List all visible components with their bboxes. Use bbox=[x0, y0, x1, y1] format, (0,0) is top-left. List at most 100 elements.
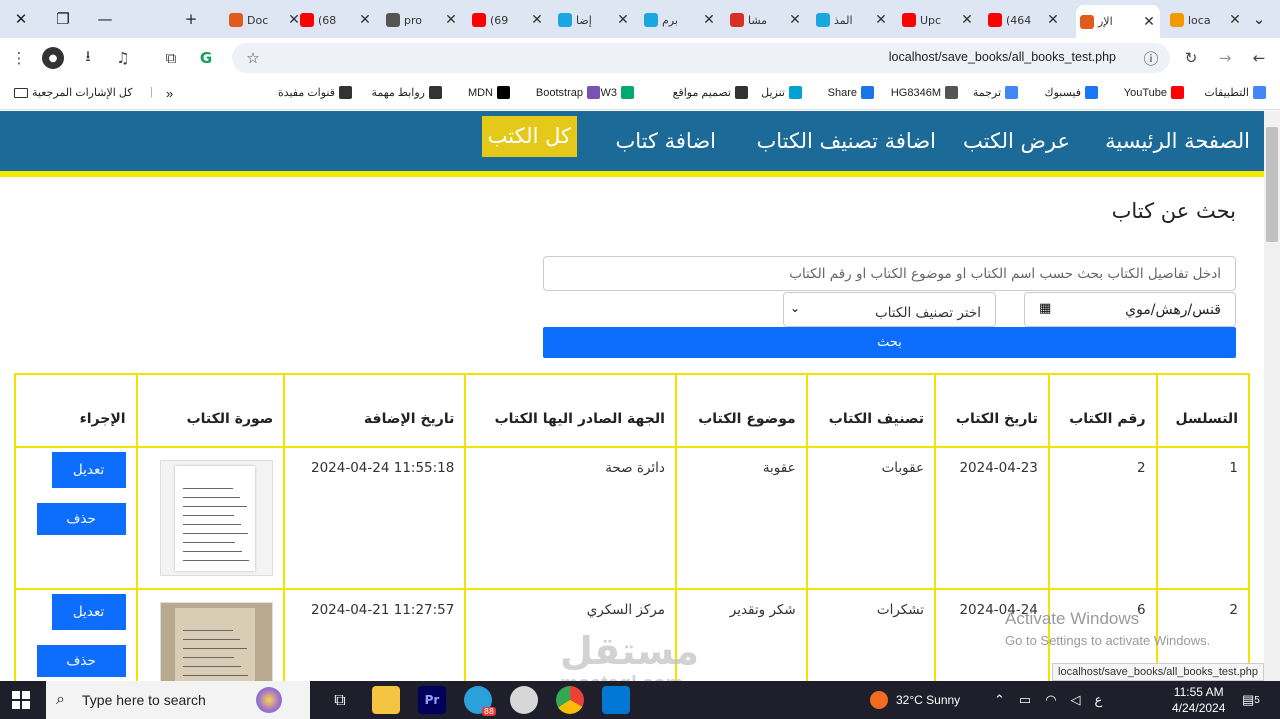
more-bookmarks-icon[interactable]: » bbox=[166, 86, 173, 101]
taskbar-search[interactable]: ⌕ Type here to search bbox=[46, 681, 310, 719]
bookmark-item[interactable]: MDN bbox=[468, 86, 510, 99]
bookmark-item[interactable]: W3 bbox=[601, 86, 634, 99]
tab-close-icon[interactable]: ✕ bbox=[444, 12, 458, 28]
clock[interactable]: 11:55 AM 4/24/2024 bbox=[1172, 681, 1225, 719]
bookmark-item[interactable]: التطبيقات bbox=[1204, 86, 1266, 99]
tab-favicon-icon bbox=[902, 13, 916, 27]
bookmark-item[interactable]: تنزيل bbox=[761, 86, 802, 99]
bookmark-item[interactable]: YouTube bbox=[1124, 86, 1184, 99]
table-header-cell: الإجراء bbox=[14, 373, 138, 448]
browser-tab[interactable]: loca ✕ bbox=[1166, 5, 1246, 35]
scrollbar-thumb[interactable] bbox=[1266, 127, 1278, 242]
delete-button[interactable]: حذف bbox=[36, 503, 126, 535]
book-thumbnail[interactable] bbox=[160, 602, 274, 681]
edit-button[interactable]: تعديل bbox=[51, 594, 126, 630]
vscode-icon[interactable] bbox=[602, 686, 630, 714]
task-view-icon[interactable]: ⧉ bbox=[326, 686, 354, 714]
tab-close-icon[interactable]: ✕ bbox=[616, 12, 630, 28]
bookmark-item[interactable]: قنوات مفيدة bbox=[278, 86, 352, 99]
file-explorer-icon[interactable] bbox=[372, 686, 400, 714]
download-icon[interactable]: ⭳ bbox=[77, 47, 99, 69]
mostaql-url: mostaql.com bbox=[560, 673, 683, 681]
search-input[interactable]: ادخل تفاصيل الكتاب بحث حسب اسم الكتاب او… bbox=[543, 256, 1236, 291]
back-icon[interactable]: ← bbox=[1248, 47, 1270, 69]
tab-close-icon[interactable]: ✕ bbox=[358, 12, 372, 28]
nav-add-category[interactable]: اضافة تصنيف الكتاب bbox=[756, 121, 936, 161]
forward-icon[interactable]: → bbox=[1214, 47, 1236, 69]
browser-tab[interactable]: pro ✕ bbox=[382, 5, 462, 35]
volume-icon[interactable]: ◁ bbox=[1071, 692, 1081, 708]
nav-add-book[interactable]: اضافة كتاب bbox=[615, 121, 716, 161]
book-thumbnail[interactable] bbox=[160, 460, 274, 576]
bookmark-item[interactable]: فيسبوك bbox=[1045, 86, 1098, 99]
media-icon[interactable]: ♫ bbox=[112, 47, 134, 69]
tab-close-icon[interactable]: ✕ bbox=[1046, 12, 1060, 28]
language-indicator[interactable]: ع bbox=[1095, 692, 1103, 708]
browser-tab[interactable]: Doc ✕ bbox=[225, 5, 305, 35]
bing-flower-icon[interactable] bbox=[256, 687, 282, 713]
tab-close-icon[interactable]: ✕ bbox=[874, 12, 888, 28]
bookmark-item[interactable]: HG8346M bbox=[891, 86, 958, 99]
all-bookmarks[interactable]: كل الإشارات المرجعية bbox=[14, 86, 132, 99]
tab-close-icon[interactable]: ✕ bbox=[960, 12, 974, 28]
notifications-icon[interactable]: ▤ 5 bbox=[1242, 681, 1260, 719]
chrome-icon[interactable] bbox=[556, 686, 584, 714]
bookmarks-bar: كل الإشارات المرجعية | » التطبيقات YouTub… bbox=[0, 78, 1280, 110]
bookmark-label: MDN bbox=[467, 86, 493, 99]
browser-tab[interactable]: إضا ✕ bbox=[554, 5, 634, 35]
category-select[interactable]: اختر تصنيف الكتاب ⌄ bbox=[783, 292, 996, 327]
paint-icon[interactable] bbox=[510, 686, 538, 714]
minimize-window-icon[interactable]: — bbox=[84, 0, 126, 38]
browser-tab[interactable]: (68 ✕ bbox=[296, 5, 376, 35]
profile-avatar[interactable]: ● bbox=[42, 47, 64, 69]
close-window-icon[interactable]: ✕ bbox=[0, 0, 42, 38]
nav-home[interactable]: الصفحة الرئيسية bbox=[1105, 121, 1250, 161]
extensions-icon[interactable]: ⧉ bbox=[160, 47, 182, 69]
search-button[interactable]: بحث bbox=[543, 327, 1236, 358]
table-header-cell: التسلسل bbox=[1155, 373, 1251, 448]
tab-close-icon[interactable]: ✕ bbox=[1142, 14, 1156, 30]
date-input[interactable]: قنس/رهش/موي ▦ bbox=[1024, 292, 1236, 327]
weather-widget[interactable]: 32°C Sunny bbox=[870, 681, 960, 719]
nav-view-books[interactable]: عرض الكتب bbox=[963, 121, 1070, 161]
delete-button[interactable]: حذف bbox=[36, 645, 126, 677]
new-tab-icon[interactable]: + bbox=[170, 0, 212, 38]
restore-window-icon[interactable]: ❐ bbox=[42, 0, 84, 38]
bookmark-item[interactable]: روابط مهمة bbox=[372, 86, 442, 99]
reload-icon[interactable]: ↻ bbox=[1180, 47, 1202, 69]
browser-tab[interactable]: (464 ✕ bbox=[984, 5, 1064, 35]
activate-windows-watermark: Activate Windows Go to Settings to activ… bbox=[1005, 609, 1210, 648]
browser-tab[interactable]: مشا ✕ bbox=[726, 5, 806, 35]
divider: | bbox=[150, 86, 153, 98]
grammarly-icon[interactable]: G bbox=[195, 47, 217, 69]
tab-favicon-icon bbox=[472, 13, 486, 27]
browser-tab[interactable]: الإر ✕ bbox=[1076, 5, 1160, 38]
menu-icon[interactable]: ⋮ bbox=[8, 47, 30, 69]
bookmark-item[interactable]: ترجمة bbox=[973, 86, 1018, 99]
wifi-icon[interactable]: ◠ bbox=[1045, 692, 1056, 708]
browser-tab[interactable]: Upc ✕ bbox=[898, 5, 978, 35]
bookmark-item[interactable]: Bootstrap bbox=[536, 86, 600, 99]
tab-close-icon[interactable]: ✕ bbox=[788, 12, 802, 28]
address-bar[interactable]: ☆ localhost/save_books/all_books_test.ph… bbox=[232, 43, 1170, 73]
battery-icon[interactable]: ▭ bbox=[1019, 692, 1031, 708]
bookmark-item[interactable]: تصميم مواقع bbox=[673, 86, 748, 99]
browser-tab[interactable]: برم ✕ bbox=[640, 5, 720, 35]
windows-start-icon[interactable] bbox=[12, 691, 30, 709]
tray-chevron-icon[interactable]: ⌃ bbox=[994, 692, 1005, 708]
bookmark-item[interactable]: Share bbox=[828, 86, 874, 99]
tab-close-icon[interactable]: ✕ bbox=[702, 12, 716, 28]
telegram-icon[interactable]: 88 bbox=[464, 686, 496, 716]
tab-search-chevron-icon[interactable]: ⌄ bbox=[1238, 0, 1280, 38]
bookmark-star-icon[interactable]: ☆ bbox=[242, 47, 264, 69]
calendar-icon[interactable]: ▦ bbox=[1039, 301, 1051, 316]
nav-all-books[interactable]: كل الكتب bbox=[481, 116, 577, 157]
premiere-icon[interactable]: Pr bbox=[418, 686, 446, 714]
browser-tab[interactable]: المذ ✕ bbox=[812, 5, 892, 35]
edit-button[interactable]: تعديل bbox=[51, 452, 126, 488]
tab-close-icon[interactable]: ✕ bbox=[530, 12, 544, 28]
browser-tab[interactable]: (69 ✕ bbox=[468, 5, 548, 35]
site-info-icon[interactable]: ⓘ bbox=[1140, 47, 1162, 69]
page-scrollbar[interactable] bbox=[1264, 111, 1280, 681]
document-image bbox=[175, 608, 256, 681]
